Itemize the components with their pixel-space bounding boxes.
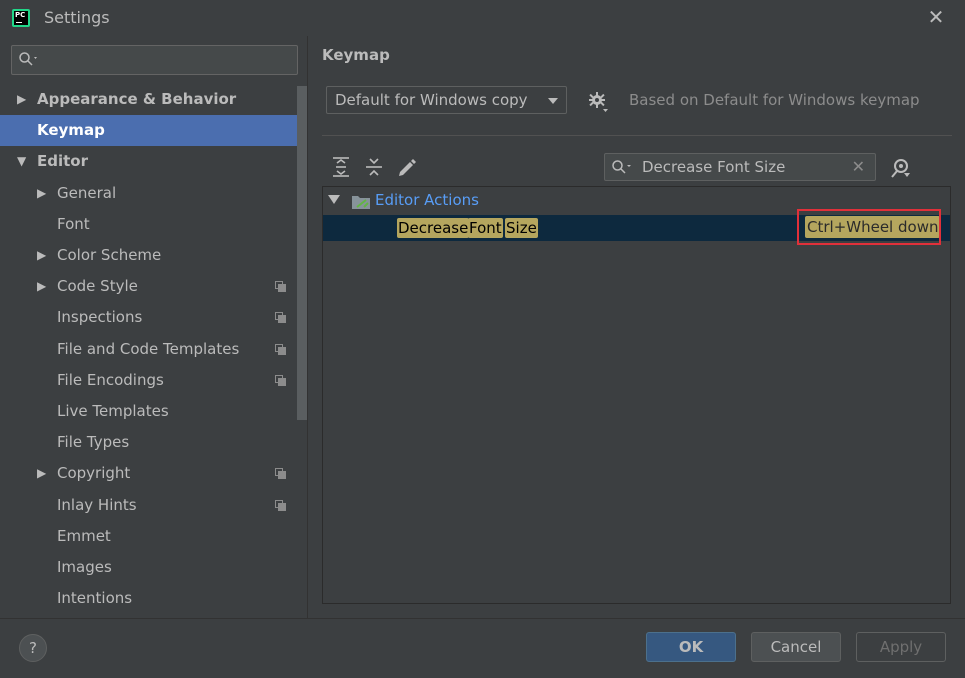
cancel-button[interactable]: Cancel <box>751 632 841 662</box>
sidebar-item-label: Editor <box>37 152 88 171</box>
expanded-arrow-icon[interactable]: ▼ <box>17 146 26 177</box>
apply-button[interactable]: Apply <box>856 632 946 662</box>
project-scope-icon <box>275 374 286 386</box>
search-icon <box>19 52 37 66</box>
sidebar-item-appearance-behavior[interactable]: ▶ Appearance & Behavior <box>0 84 297 115</box>
sidebar-item-label: Appearance & Behavior <box>37 90 237 108</box>
action-name-word: Decrease <box>397 218 470 238</box>
sidebar-item-file-types[interactable]: File Types <box>0 427 297 458</box>
sidebar-item-label: General <box>57 183 117 202</box>
sidebar-item-copyright[interactable]: ▶ Copyright <box>0 458 297 489</box>
expand-all-icon[interactable] <box>330 156 352 178</box>
collapsed-arrow-icon[interactable]: ▶ <box>17 84 26 115</box>
sidebar-item-font[interactable]: Font <box>0 209 297 240</box>
sidebar-item-intentions[interactable]: Intentions <box>0 583 297 614</box>
clear-icon[interactable]: ✕ <box>852 157 865 176</box>
sidebar-item-general[interactable]: ▶ General <box>0 178 297 209</box>
app-icon-text: PC <box>15 11 26 19</box>
sidebar-item-color-scheme[interactable]: ▶ Color Scheme <box>0 240 297 271</box>
sidebar-item-editor[interactable]: ▼ Editor <box>0 146 297 177</box>
sidebar-item-label: Intentions <box>57 589 133 608</box>
chevron-down-icon <box>548 98 558 104</box>
sidebar-item-label: Copyright <box>57 464 131 483</box>
ok-button[interactable]: OK <box>646 632 736 662</box>
sidebar-item-images[interactable]: Images <box>0 552 297 583</box>
sidebar-item-label: Inlay Hints <box>57 495 137 514</box>
action-name-word: Size <box>505 218 538 238</box>
search-icon <box>612 160 631 174</box>
sidebar-item-label: Font <box>57 214 90 233</box>
action-filter-value: Decrease Font Size <box>642 158 786 176</box>
sidebar-item-inlay-hints[interactable]: Inlay Hints <box>0 490 297 521</box>
sidebar-item-label: Emmet <box>57 526 111 545</box>
collapsed-arrow-icon[interactable]: ▶ <box>37 240 46 271</box>
page-title: Keymap <box>322 46 390 64</box>
sidebar-item-label: File Types <box>57 433 130 452</box>
sidebar-item-code-style[interactable]: ▶ Code Style <box>0 271 297 302</box>
sidebar-item-live-templates[interactable]: Live Templates <box>0 396 297 427</box>
collapse-all-icon[interactable] <box>363 156 385 178</box>
sidebar-item-file-and-code-templates[interactable]: File and Code Templates <box>0 334 297 365</box>
project-scope-icon <box>275 468 286 480</box>
folder-icon <box>352 196 370 209</box>
sidebar-item-label: Color Scheme <box>57 246 162 264</box>
edit-pencil-icon[interactable] <box>396 156 418 178</box>
window-title: Settings <box>44 8 110 27</box>
sidebar-item-file-encodings[interactable]: File Encodings <box>0 365 297 396</box>
sidebar-item-label: Images <box>57 558 112 576</box>
keymap-scheme-value: Default for Windows copy <box>335 91 528 109</box>
action-filter-input[interactable]: Decrease Font Size ✕ <box>604 153 876 181</box>
settings-search-input[interactable] <box>11 45 298 75</box>
sidebar-item-label: Keymap <box>37 121 105 140</box>
keymap-scheme-dropdown[interactable]: Default for Windows copy <box>326 86 567 114</box>
close-icon[interactable]: ✕ <box>926 6 946 28</box>
project-scope-icon <box>275 281 286 293</box>
sidebar-item-inspections[interactable]: Inspections <box>0 302 297 333</box>
sidebar-item-label: Live Templates <box>57 402 169 420</box>
collapsed-arrow-icon[interactable]: ▶ <box>37 271 46 302</box>
project-scope-icon <box>275 343 286 355</box>
expanded-arrow-icon[interactable] <box>328 195 340 204</box>
sidebar-scrollbar[interactable] <box>297 86 307 420</box>
title-bar: PC Settings ✕ <box>0 0 965 36</box>
sidebar-item-label: Code Style <box>57 277 138 296</box>
separator <box>322 135 952 136</box>
collapsed-arrow-icon[interactable]: ▶ <box>37 178 46 209</box>
gear-icon[interactable] <box>588 91 610 113</box>
pycharm-logo-icon: PC <box>12 9 30 27</box>
sidebar-divider <box>307 36 308 618</box>
sidebar-item-label: File Encodings <box>57 370 164 389</box>
keymap-actions-tree <box>322 186 951 604</box>
sidebar-item-label: File and Code Templates <box>57 339 240 358</box>
sidebar-item-keymap[interactable]: Keymap <box>0 115 297 147</box>
project-scope-icon <box>275 312 286 324</box>
annotation-highlight-box <box>797 209 941 245</box>
help-button[interactable]: ? <box>19 634 47 662</box>
action-name-word: Font <box>468 218 503 238</box>
find-by-shortcut-icon[interactable] <box>890 158 912 180</box>
project-scope-icon <box>275 499 286 511</box>
sidebar-item-label: Inspections <box>57 308 143 327</box>
based-on-text: Based on Default for Windows keymap <box>629 91 920 109</box>
collapsed-arrow-icon[interactable]: ▶ <box>37 458 46 489</box>
sidebar-item-emmet[interactable]: Emmet <box>0 521 297 552</box>
tree-group-label: Editor Actions <box>375 191 479 209</box>
